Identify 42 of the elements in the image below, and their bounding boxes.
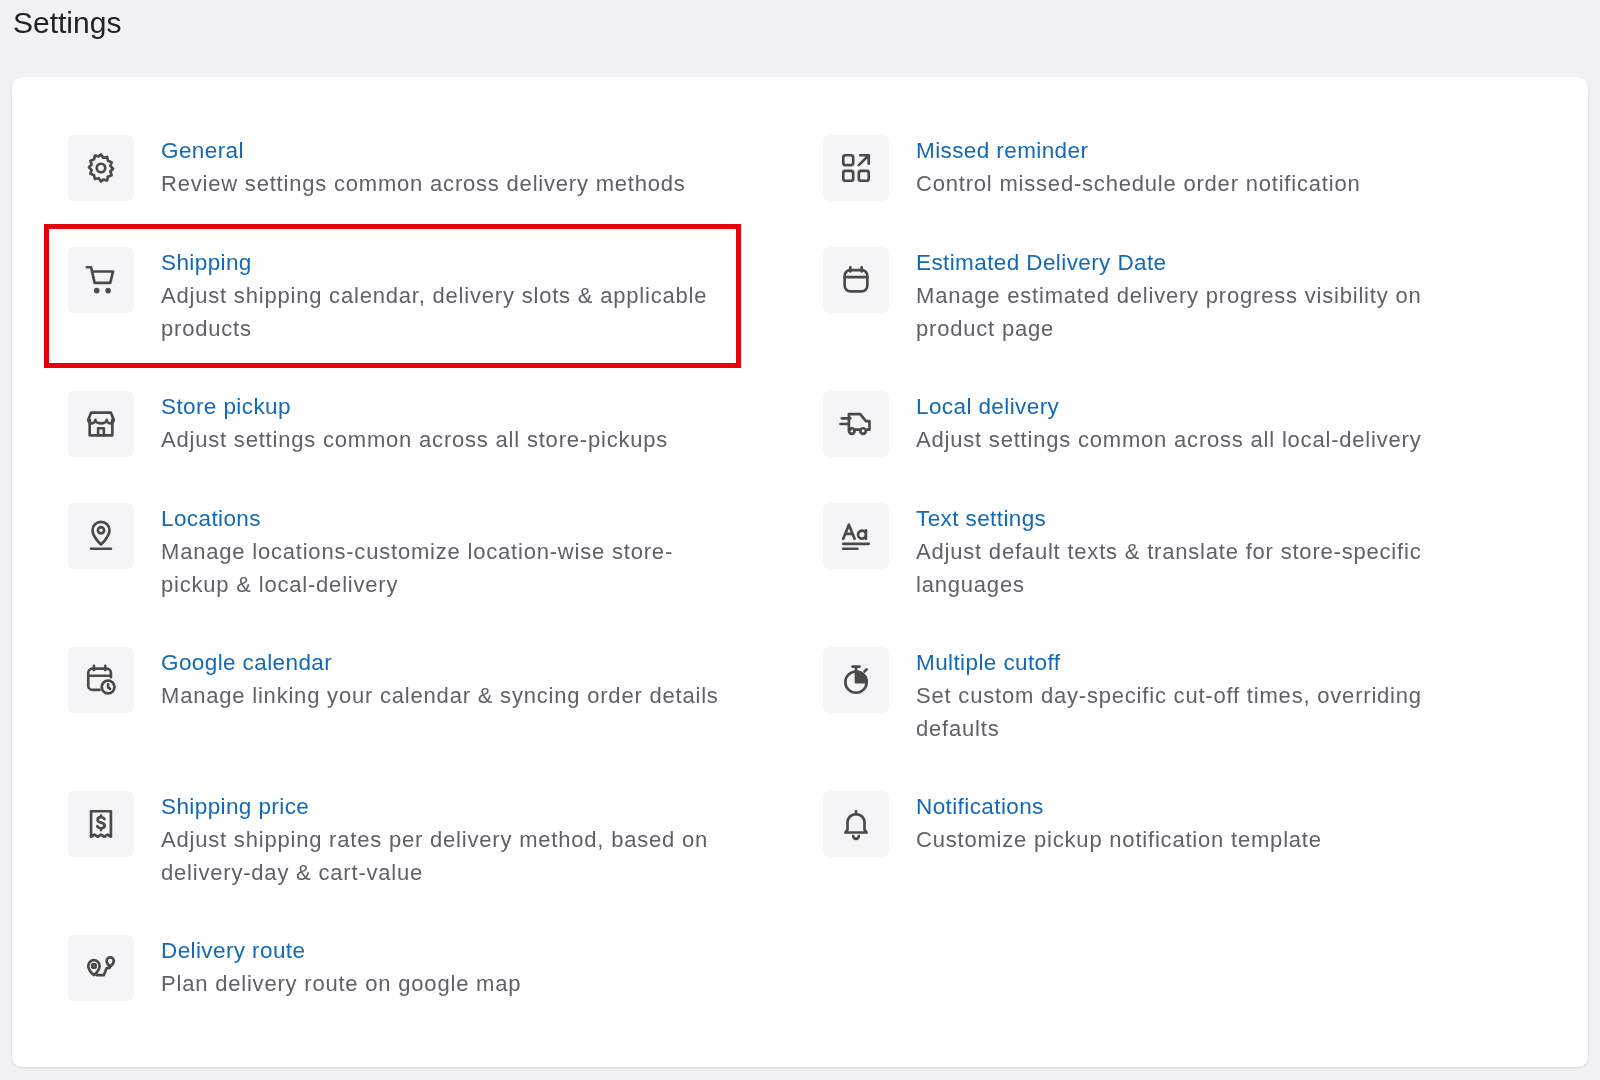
settings-item[interactable]: Multiple cutoff Set custom day-specific cut-off times, overriding defaults [799,624,1476,768]
settings-item[interactable]: General Review settings common across delivery methods [44,112,741,224]
page-title: Settings [12,5,123,41]
setting-description: Manage linking your calendar & syncing order details [161,682,719,710]
settings-item[interactable]: Estimated Delivery Date Manage estimated delivery progress visibility on product page [799,224,1476,368]
settings-link[interactable]: Delivery route [161,935,306,967]
settings-item[interactable]: Google calendar Manage linking your calendar & syncing order details [44,624,741,736]
settings-item[interactable]: Local delivery Adjust settings common across all local-delivery [799,368,1476,480]
settings-item[interactable]: Text settings Adjust default texts & translate for store-specific languages [799,480,1476,624]
setting-description: Control missed-schedule order notification [916,170,1361,198]
setting-description: Adjust settings common across all store-pickups [161,426,669,454]
calendar-clock-icon [84,663,118,697]
setting-description: Adjust settings common across all local-delivery [916,426,1422,454]
settings-link[interactable]: Shipping [161,247,252,279]
setting-description: Customize pickup notification template [916,826,1322,854]
apps-arrow-icon [839,151,873,185]
setting-description: Adjust shipping rates per delivery method, based on delivery-day & cart-value [161,826,710,887]
settings-link[interactable]: Multiple cutoff [916,647,1061,679]
setting-description: Plan delivery route on google map [161,970,522,998]
settings-link[interactable]: Locations [161,503,261,535]
settings-link[interactable]: Estimated Delivery Date [916,247,1167,279]
settings-link[interactable]: Store pickup [161,391,291,423]
settings-item[interactable]: Shipping Adjust shipping calendar, delivery slots & applicable products [44,224,741,368]
settings-link[interactable]: General [161,135,244,167]
setting-description: Adjust shipping calendar, delivery slots & applicable products [161,282,709,343]
settings-link[interactable]: Local delivery [916,391,1060,423]
settings-item[interactable]: Store pickup Adjust settings common across all store-pickups [44,368,741,480]
settings-item[interactable]: Missed reminder Control missed-schedule order notification [799,112,1476,224]
setting-description: Manage estimated delivery progress visibility on product page [916,282,1423,343]
setting-description: Set custom day-specific cut-off times, overriding defaults [916,682,1423,743]
settings-link[interactable]: Text settings [916,503,1047,535]
setting-description: Review settings common across delivery methods [161,170,686,198]
setting-description: Adjust default texts & translate for store-specific languages [916,538,1423,599]
setting-description: Manage locations-customize location-wise store-pickup & local-delivery [161,538,675,599]
settings-item[interactable]: Locations Manage locations-customize location-wise store-pickup & local-delivery [44,480,741,624]
settings-item[interactable]: Shipping price Adjust shipping rates per delivery method, based on delivery-day & cart-value [44,768,741,912]
settings-link[interactable]: Notifications [916,791,1044,823]
settings-link[interactable]: Missed reminder [916,135,1089,167]
settings-item[interactable]: Notifications Customize pickup notification template [799,768,1476,880]
settings-link[interactable]: Google calendar [161,647,333,679]
settings-item[interactable]: Delivery route Plan delivery route on google map [44,912,741,1024]
settings-link[interactable]: Shipping price [161,791,310,823]
